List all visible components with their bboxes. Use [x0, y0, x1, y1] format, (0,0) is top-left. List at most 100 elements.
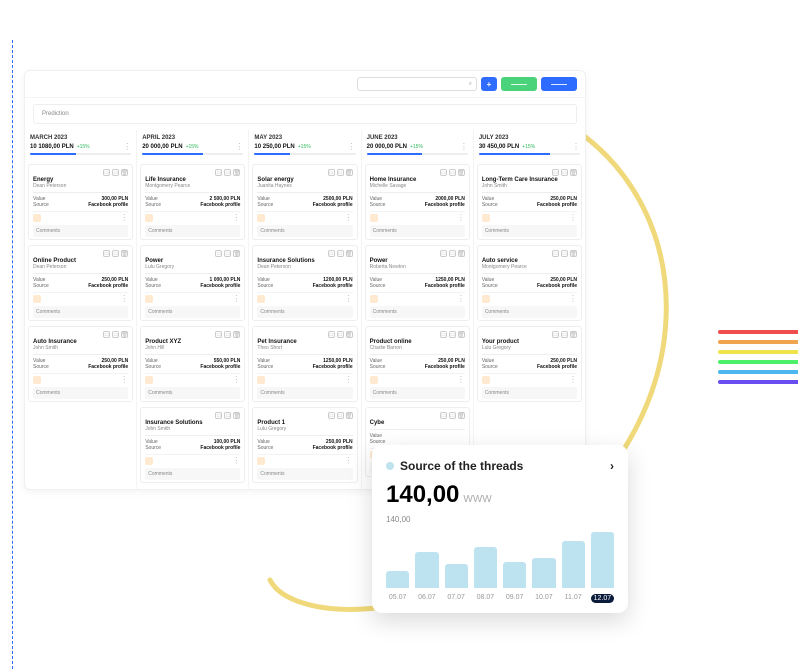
- card-delete-icon[interactable]: 🗑: [570, 331, 577, 338]
- card-comments[interactable]: Comments: [257, 225, 352, 237]
- card-menu-icon[interactable]: ⋮: [457, 216, 465, 220]
- card-menu-icon[interactable]: ⋮: [120, 297, 128, 301]
- card-action-icon[interactable]: ▭: [337, 169, 344, 176]
- deal-card[interactable]: ▭▭🗑Auto InsuranceJohn SmithValue250,00 P…: [28, 326, 133, 402]
- card-comments[interactable]: Comments: [257, 468, 352, 480]
- column-menu-icon[interactable]: ⋮: [235, 145, 243, 149]
- chart-bar[interactable]: [532, 558, 555, 588]
- card-delete-icon[interactable]: 🗑: [121, 331, 128, 338]
- chart-bar[interactable]: [503, 562, 526, 588]
- card-action-icon[interactable]: ▭: [552, 331, 559, 338]
- card-delete-icon[interactable]: 🗑: [233, 412, 240, 419]
- action-button-1[interactable]: ——: [501, 77, 537, 91]
- deal-card[interactable]: ▭▭🗑Solar energyJuanita HaynesValue2500,0…: [252, 164, 357, 240]
- card-action-icon[interactable]: ▭: [440, 169, 447, 176]
- card-menu-icon[interactable]: ⋮: [457, 297, 465, 301]
- deal-card[interactable]: ▭▭🗑Your productLulu GregoryValue250,00 P…: [477, 326, 582, 402]
- column-menu-icon[interactable]: ⋮: [572, 145, 580, 149]
- card-action-icon[interactable]: ▭: [561, 250, 568, 257]
- card-action-icon[interactable]: ▭: [337, 250, 344, 257]
- card-delete-icon[interactable]: 🗑: [570, 169, 577, 176]
- deal-card[interactable]: ▭▭🗑Home InsuranceMichelle SavageValue200…: [365, 164, 470, 240]
- card-action-icon[interactable]: ▭: [440, 331, 447, 338]
- column-menu-icon[interactable]: ⋮: [123, 145, 131, 149]
- card-delete-icon[interactable]: 🗑: [346, 250, 353, 257]
- card-action-icon[interactable]: ▭: [328, 169, 335, 176]
- card-action-icon[interactable]: ▭: [440, 250, 447, 257]
- card-delete-icon[interactable]: 🗑: [458, 250, 465, 257]
- card-menu-icon[interactable]: ⋮: [120, 216, 128, 220]
- card-action-icon[interactable]: ▭: [215, 331, 222, 338]
- deal-card[interactable]: ▭▭🗑Life InsuranceMontgomery PearceValue2…: [140, 164, 245, 240]
- card-menu-icon[interactable]: ⋮: [345, 297, 353, 301]
- card-comments[interactable]: Comments: [145, 387, 240, 399]
- card-action-icon[interactable]: ▭: [215, 412, 222, 419]
- chart-bar[interactable]: [386, 571, 409, 588]
- card-comments[interactable]: Comments: [33, 225, 128, 237]
- card-comments[interactable]: Comments: [482, 225, 577, 237]
- card-action-icon[interactable]: ▭: [552, 169, 559, 176]
- deal-card[interactable]: ▭▭🗑Insurance SolutionsJohn SmithValue100…: [140, 407, 245, 483]
- card-menu-icon[interactable]: ⋮: [569, 297, 577, 301]
- card-comments[interactable]: Comments: [145, 225, 240, 237]
- prediction-bar[interactable]: Prediction: [33, 104, 577, 124]
- card-delete-icon[interactable]: 🗑: [233, 250, 240, 257]
- card-menu-icon[interactable]: ⋮: [120, 378, 128, 382]
- card-comments[interactable]: Comments: [370, 306, 465, 318]
- card-comments[interactable]: Comments: [370, 225, 465, 237]
- card-delete-icon[interactable]: 🗑: [233, 169, 240, 176]
- card-menu-icon[interactable]: ⋮: [345, 378, 353, 382]
- card-menu-icon[interactable]: ⋮: [569, 216, 577, 220]
- card-action-icon[interactable]: ▭: [103, 331, 110, 338]
- card-menu-icon[interactable]: ⋮: [232, 216, 240, 220]
- deal-card[interactable]: ▭▭🗑Auto serviceMontgomery PearceValue250…: [477, 245, 582, 321]
- card-comments[interactable]: Comments: [482, 387, 577, 399]
- column-menu-icon[interactable]: ⋮: [348, 145, 356, 149]
- card-action-icon[interactable]: ▭: [112, 169, 119, 176]
- card-comments[interactable]: Comments: [33, 387, 128, 399]
- card-action-icon[interactable]: ▭: [449, 412, 456, 419]
- card-menu-icon[interactable]: ⋮: [345, 216, 353, 220]
- deal-card[interactable]: ▭▭🗑EnergyDean PetersonValue300,00 PLNSou…: [28, 164, 133, 240]
- chart-bar[interactable]: [474, 547, 497, 588]
- chart-bar[interactable]: [591, 532, 614, 588]
- card-delete-icon[interactable]: 🗑: [346, 169, 353, 176]
- deal-card[interactable]: ▭▭🗑Product XYZJohn HillValue550,00 PLNSo…: [140, 326, 245, 402]
- card-action-icon[interactable]: ▭: [449, 250, 456, 257]
- card-action-icon[interactable]: ▭: [112, 250, 119, 257]
- card-action-icon[interactable]: ▭: [561, 331, 568, 338]
- card-delete-icon[interactable]: 🗑: [346, 331, 353, 338]
- card-comments[interactable]: Comments: [145, 306, 240, 318]
- card-action-icon[interactable]: ▭: [224, 331, 231, 338]
- card-action-icon[interactable]: ▭: [224, 250, 231, 257]
- card-menu-icon[interactable]: ⋮: [232, 297, 240, 301]
- deal-card[interactable]: ▭▭🗑Product onlineCharlie BarronValue250,…: [365, 326, 470, 402]
- card-comments[interactable]: Comments: [257, 387, 352, 399]
- column-menu-icon[interactable]: ⋮: [460, 145, 468, 149]
- card-action-icon[interactable]: ▭: [561, 169, 568, 176]
- chart-bar[interactable]: [415, 552, 438, 588]
- search-input[interactable]: ⌕: [357, 77, 477, 91]
- deal-card[interactable]: ▭▭🗑PowerRoberta NewtonValue1250,00 PLNSo…: [365, 245, 470, 321]
- card-delete-icon[interactable]: 🗑: [121, 169, 128, 176]
- card-action-icon[interactable]: ▭: [215, 169, 222, 176]
- card-action-icon[interactable]: ▭: [112, 331, 119, 338]
- deal-card[interactable]: ▭▭🗑Insurance SolutionsDean PetersonValue…: [252, 245, 357, 321]
- card-comments[interactable]: Comments: [33, 306, 128, 318]
- card-delete-icon[interactable]: 🗑: [458, 331, 465, 338]
- deal-card[interactable]: ▭▭🗑PowerLulu GregoryValue1 000,00 PLNSou…: [140, 245, 245, 321]
- card-menu-icon[interactable]: ⋮: [232, 459, 240, 463]
- card-action-icon[interactable]: ▭: [328, 331, 335, 338]
- action-button-2[interactable]: ——: [541, 77, 577, 91]
- chart-bar[interactable]: [562, 541, 585, 588]
- chevron-right-icon[interactable]: ›: [610, 459, 614, 473]
- card-action-icon[interactable]: ▭: [337, 412, 344, 419]
- deal-card[interactable]: ▭▭🗑Pet InsuranceTheo ShortValue1250,00 P…: [252, 326, 357, 402]
- card-action-icon[interactable]: ▭: [449, 169, 456, 176]
- card-action-icon[interactable]: ▭: [449, 331, 456, 338]
- card-comments[interactable]: Comments: [257, 306, 352, 318]
- card-action-icon[interactable]: ▭: [103, 250, 110, 257]
- card-comments[interactable]: Comments: [370, 387, 465, 399]
- add-button[interactable]: +: [481, 77, 497, 91]
- card-delete-icon[interactable]: 🗑: [121, 250, 128, 257]
